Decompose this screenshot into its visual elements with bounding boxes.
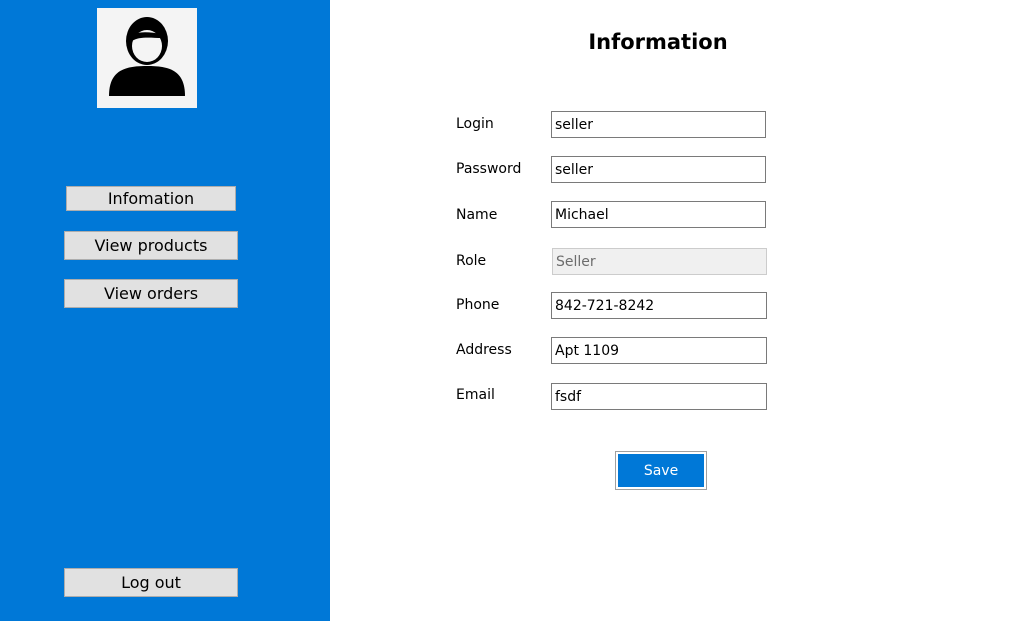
login-input[interactable] [551,111,766,138]
phone-label: Phone [456,297,500,313]
save-button-frame: Save [615,451,707,490]
nav-information-button[interactable]: Infomation [66,186,236,211]
page-title: Information [588,30,728,54]
name-input[interactable] [551,201,766,228]
nav-view-products-button[interactable]: View products [64,231,238,260]
save-button[interactable]: Save [618,454,704,487]
password-label: Password [456,161,522,177]
address-input[interactable] [551,337,767,364]
app-window: Infomation View products View orders Log… [0,0,1027,621]
password-input[interactable] [551,156,766,183]
email-input[interactable] [551,383,767,410]
address-label: Address [456,342,512,358]
login-label: Login [456,116,494,132]
name-label: Name [456,207,498,223]
nav-view-orders-button[interactable]: View orders [64,279,238,308]
phone-input[interactable] [551,292,767,319]
email-label: Email [456,387,495,403]
sidebar: Infomation View products View orders Log… [0,0,330,621]
user-avatar-icon [97,8,197,108]
role-input [552,248,767,275]
role-label: Role [456,253,487,269]
logout-button[interactable]: Log out [64,568,238,597]
